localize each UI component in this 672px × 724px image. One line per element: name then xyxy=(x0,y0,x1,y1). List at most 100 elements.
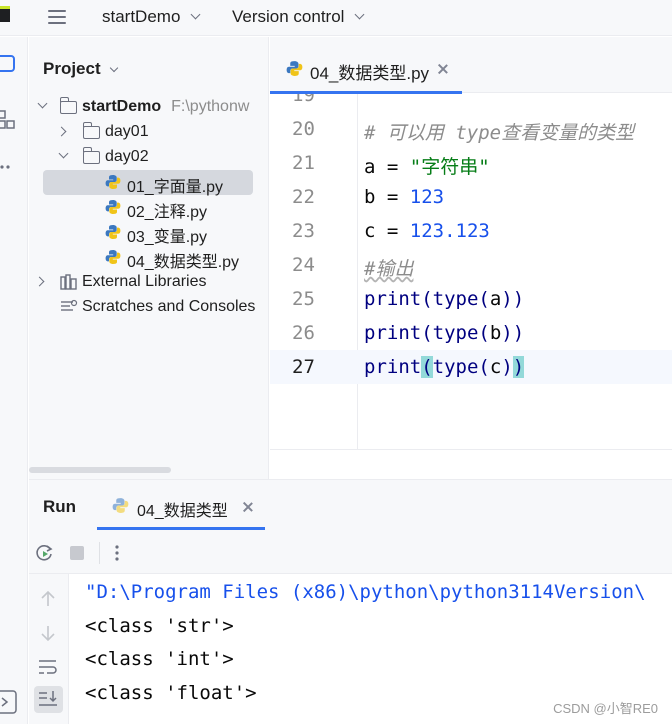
terminal-tool-icon[interactable] xyxy=(0,687,18,717)
run-panel-title: Run xyxy=(43,497,77,516)
line-number: 19 xyxy=(292,94,315,106)
console-line: <class 'int'> xyxy=(85,648,234,670)
folder-icon xyxy=(82,147,100,164)
line-number: 20 xyxy=(292,118,315,140)
tree-item-02-file[interactable]: 02_注释.py xyxy=(29,195,268,221)
code-line: 22 b = 123 xyxy=(270,180,672,214)
project-path: F:\pythonw xyxy=(171,98,250,115)
stop-icon[interactable] xyxy=(69,545,85,561)
chevron-down-icon[interactable] xyxy=(58,148,69,159)
code-line: 21 a = "字符串" xyxy=(270,146,672,180)
code-token: )) xyxy=(501,288,525,310)
run-tool-window: Run 04_数据类型 "D:\Program Files (x86)\pyth… xyxy=(29,479,672,724)
code-line: 19 xyxy=(270,94,672,112)
hamburger-menu-icon[interactable] xyxy=(46,7,68,27)
code-token: )) xyxy=(501,322,525,344)
tree-item-scratches[interactable]: Scratches and Consoles xyxy=(29,295,268,320)
console-output[interactable]: "D:\Program Files (x86)\python\python311… xyxy=(69,574,672,724)
python-file-icon xyxy=(105,225,121,239)
rerun-icon[interactable] xyxy=(35,543,55,563)
run-tab-label: 04_数据类型 xyxy=(137,503,228,520)
number-literal: 123.123 xyxy=(409,220,490,242)
python-file-icon xyxy=(105,200,121,214)
run-tab-04[interactable]: 04_数据类型 xyxy=(97,480,265,530)
folder-icon xyxy=(59,97,77,114)
line-number: 25 xyxy=(292,288,315,310)
editor-tab-bar: 04_数据类型.py xyxy=(270,37,672,94)
tree-item-label: day02 xyxy=(105,148,149,165)
scroll-to-end-button[interactable] xyxy=(34,686,63,713)
run-toolbar xyxy=(29,530,672,574)
editor-tab-04[interactable]: 04_数据类型.py xyxy=(270,37,462,94)
console-line[interactable]: "D:\Program Files (x86)\python\python311… xyxy=(85,581,646,603)
project-switcher[interactable]: startDemo xyxy=(102,7,201,27)
code-token: c xyxy=(489,356,502,378)
code-token: c = xyxy=(364,220,410,242)
code-line: 20 # 可以用 type查看变量的类型 xyxy=(270,112,672,146)
chevron-right-icon[interactable] xyxy=(56,126,67,137)
editor-tab-label: 04_数据类型.py xyxy=(310,64,430,83)
code-line: 24 #输出 xyxy=(270,248,672,282)
code-comment: #输出 xyxy=(364,258,414,280)
folder-icon xyxy=(82,122,100,139)
title-bar: startDemo Version control xyxy=(0,0,672,36)
chevron-down-icon xyxy=(355,9,365,20)
vcs-menu[interactable]: Version control xyxy=(232,7,365,27)
code-line: 26 print(type(b)) xyxy=(270,316,672,350)
run-header: Run 04_数据类型 xyxy=(29,480,672,530)
tool-window-strip xyxy=(0,37,28,724)
code-line: 25 print(type(a)) xyxy=(270,282,672,316)
horizontal-scrollbar[interactable] xyxy=(29,467,171,473)
number-literal: 123 xyxy=(409,186,445,208)
project-tool-window: Project startDemo F:\pythonw day01 day02 … xyxy=(29,37,269,479)
code-line: 23 c = 123.123 xyxy=(270,214,672,248)
python-file-icon xyxy=(286,61,303,76)
tree-item-label: 03_变量.py xyxy=(127,229,208,246)
console-line: <class 'float'> xyxy=(85,682,257,704)
structure-tool-icon[interactable] xyxy=(0,107,16,133)
code-comment: # 可以用 type查看变量的类型 xyxy=(364,122,635,144)
chevron-down-icon[interactable] xyxy=(37,98,48,109)
more-icon[interactable] xyxy=(113,543,121,563)
close-icon[interactable] xyxy=(438,64,448,74)
code-text: a = "字符串" xyxy=(364,152,490,179)
project-panel-title[interactable]: Project xyxy=(43,59,118,79)
line-number: 26 xyxy=(292,322,315,344)
tree-item-03-file[interactable]: 03_变量.py xyxy=(29,220,268,246)
project-tool-icon[interactable] xyxy=(0,51,16,77)
code-line-current: 27 print(type(c)) xyxy=(270,350,672,384)
code-token: b = xyxy=(364,186,410,208)
code-token: print(type( xyxy=(364,288,490,310)
string-literal: "字符串" xyxy=(409,156,490,178)
scratches-icon xyxy=(61,299,78,311)
code-text: print(type(a)) xyxy=(364,288,524,310)
code-text: b = 123 xyxy=(364,186,444,208)
tree-item-label: 04_数据类型.py xyxy=(127,254,240,271)
code-editor[interactable]: 19 20 # 可以用 type查看变量的类型 21 a = "字符串" 22 … xyxy=(270,94,672,478)
python-file-icon xyxy=(105,250,121,264)
tree-item-external-libraries[interactable]: External Libraries xyxy=(29,270,268,295)
arrow-down-icon[interactable] xyxy=(39,624,57,642)
tree-item-01-file[interactable]: 01_字面量.py xyxy=(29,170,268,196)
arrow-up-icon[interactable] xyxy=(39,590,57,608)
library-icon xyxy=(60,274,77,290)
code-token: print xyxy=(364,356,422,378)
wrap-icon[interactable] xyxy=(38,658,58,676)
tree-item-04-file[interactable]: 04_数据类型.py xyxy=(29,245,268,271)
line-number: 22 xyxy=(292,186,315,208)
tree-item-day01[interactable]: day01 xyxy=(29,120,268,145)
code-token: a xyxy=(489,288,502,310)
tree-item-label: Scratches and Consoles xyxy=(82,298,256,315)
vcs-menu-label: Version control xyxy=(232,7,345,26)
chevron-down-icon xyxy=(109,63,118,73)
chevron-right-icon[interactable] xyxy=(34,276,45,287)
tree-item-startdemo[interactable]: startDemo F:\pythonw xyxy=(29,95,268,120)
matched-bracket: ( xyxy=(421,356,433,378)
close-icon[interactable] xyxy=(243,502,253,512)
project-panel-title-label: Project xyxy=(43,59,101,78)
chevron-down-icon xyxy=(190,9,201,20)
tree-item-label: External Libraries xyxy=(82,273,207,290)
tree-item-day02[interactable]: day02 xyxy=(29,145,268,170)
python-file-icon xyxy=(112,498,129,513)
more-icon[interactable] xyxy=(0,157,16,177)
